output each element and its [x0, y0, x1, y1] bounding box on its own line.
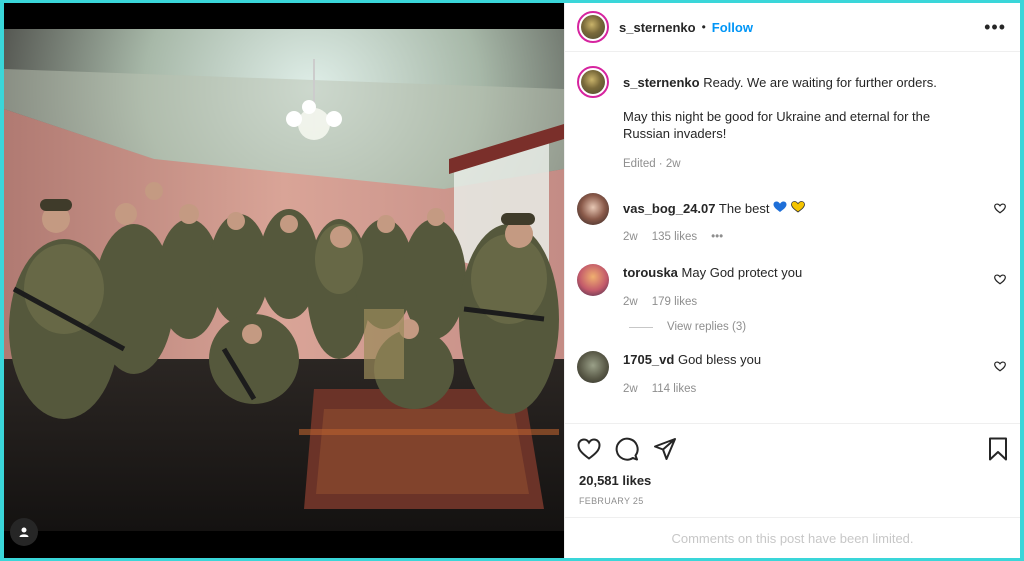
comment-meta: 2w 114 likes — [623, 381, 761, 398]
like-comment-heart-icon[interactable] — [994, 272, 1006, 290]
comment-item: vas_bog_24.07 The best 2w 135 likes ••• — [577, 193, 1006, 246]
caption-text-line2: May this night be good for Ukraine and e… — [623, 109, 931, 141]
follow-button[interactable]: Follow — [712, 20, 753, 35]
caption-meta: Edited · 2w — [623, 158, 681, 170]
view-replies-label[interactable]: View replies (3) — [667, 321, 746, 333]
author-username[interactable]: s_sternenko — [619, 20, 696, 35]
likes-count[interactable]: 20,581 likes — [579, 473, 651, 488]
comment-more-icon[interactable]: ••• — [711, 229, 723, 246]
like-comment-heart-icon[interactable] — [994, 359, 1006, 377]
comments-limited-notice: Comments on this post have been limited. — [565, 517, 1020, 559]
author-avatar[interactable] — [577, 11, 609, 43]
commenter-avatar[interactable] — [577, 193, 609, 225]
comment-body: 1705_vd God bless you 2w 114 likes — [623, 351, 791, 398]
more-options-icon[interactable]: ••• — [984, 17, 1006, 38]
comments-list[interactable]: s_sternenko Ready. We are waiting for fu… — [565, 52, 1020, 422]
comment-likes[interactable]: 114 likes — [652, 381, 697, 398]
comment-time: 2w — [623, 383, 638, 395]
comment-text: The best — [718, 201, 770, 216]
comment-icon[interactable] — [615, 437, 639, 461]
comment-meta: 2w 179 likes — [623, 294, 802, 311]
comment-text: May God protect you — [681, 265, 803, 280]
bookmark-icon[interactable] — [988, 437, 1008, 461]
caption: s_sternenko Ready. We are waiting for fu… — [577, 66, 1006, 173]
separator-dot: • — [701, 20, 706, 34]
caption-avatar[interactable] — [577, 66, 609, 98]
action-bar — [565, 423, 1020, 473]
share-icon[interactable] — [653, 437, 677, 461]
comment-time: 2w — [623, 231, 638, 243]
commenter-username[interactable]: 1705_vd — [623, 352, 674, 367]
yellow-heart-icon — [790, 201, 805, 216]
comment-likes[interactable]: 179 likes — [652, 294, 697, 311]
post-date[interactable]: FEBRUARY 25 — [579, 496, 644, 506]
caption-username[interactable]: s_sternenko — [623, 75, 700, 90]
comment-meta: 2w 135 likes ••• — [623, 229, 805, 246]
post-photo[interactable] — [4, 29, 564, 531]
commenter-username[interactable]: torouska — [623, 265, 678, 280]
comment-likes[interactable]: 135 likes — [652, 229, 697, 246]
caption-text-line1: Ready. We are waiting for further orders… — [703, 75, 937, 90]
blue-heart-icon — [773, 201, 787, 216]
commenter-avatar[interactable] — [577, 351, 609, 383]
view-replies-button[interactable]: View replies (3) — [629, 321, 1006, 333]
post-sidebar: s_sternenko • Follow ••• s_sternenko Rea… — [564, 3, 1020, 558]
user-tag-icon[interactable] — [10, 518, 38, 546]
heart-icon[interactable] — [577, 437, 601, 460]
commenter-username[interactable]: vas_bog_24.07 — [623, 201, 716, 216]
comment-item: 1705_vd God bless you 2w 114 likes — [577, 351, 1006, 398]
post-media[interactable] — [4, 3, 564, 558]
comment-body: torouska May God protect you 2w 179 like… — [623, 264, 832, 311]
post-container: s_sternenko • Follow ••• s_sternenko Rea… — [4, 3, 1020, 558]
screenshot-frame: s_sternenko • Follow ••• s_sternenko Rea… — [0, 0, 1024, 561]
comment-time: 2w — [623, 296, 638, 308]
post-header: s_sternenko • Follow ••• — [565, 3, 1020, 52]
soldiers-photo — [4, 29, 564, 531]
commenter-avatar[interactable] — [577, 264, 609, 296]
replies-divider — [629, 326, 653, 328]
like-comment-heart-icon[interactable] — [994, 201, 1006, 219]
comment-item: torouska May God protect you 2w 179 like… — [577, 264, 1006, 311]
caption-body: s_sternenko Ready. We are waiting for fu… — [623, 74, 1006, 173]
comment-text: God bless you — [677, 352, 762, 367]
comment-body: vas_bog_24.07 The best 2w 135 likes ••• — [623, 200, 835, 246]
